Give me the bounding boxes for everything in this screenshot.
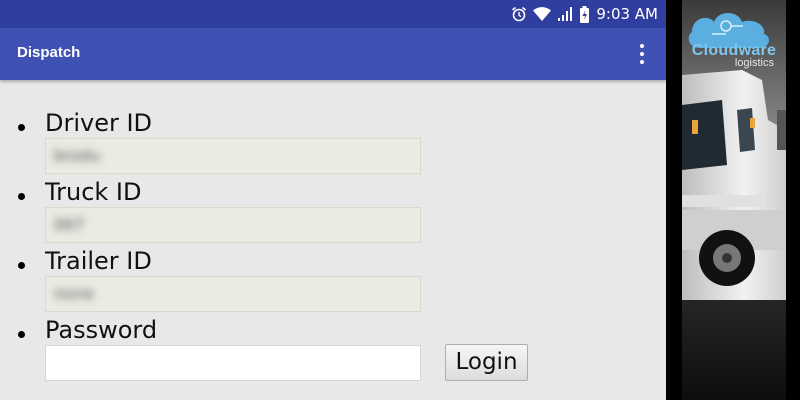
status-bar: 9:03 AM xyxy=(0,0,666,28)
signal-icon xyxy=(557,6,573,22)
wifi-icon xyxy=(533,6,552,22)
login-button[interactable]: Login xyxy=(445,344,528,381)
truck-photo: Cloudware logistics xyxy=(682,0,786,400)
trailer-id-value: none xyxy=(54,284,94,303)
driver-id-value: brodu xyxy=(54,146,101,165)
status-icons: 9:03 AM xyxy=(511,4,658,24)
list-bullet xyxy=(18,262,25,269)
truck-id-label: Truck ID xyxy=(45,178,142,206)
cloudware-logo: Cloudware logistics xyxy=(682,42,786,69)
more-vert-icon[interactable] xyxy=(638,42,646,66)
trailer-id-label: Trailer ID xyxy=(45,247,152,275)
app-title: Dispatch xyxy=(17,44,81,61)
app-bar: Dispatch xyxy=(0,28,666,80)
trailer-id-field[interactable]: none xyxy=(45,276,421,312)
truck-id-field[interactable]: 067 xyxy=(45,207,421,243)
driver-id-field[interactable]: brodu xyxy=(45,138,421,174)
list-bullet xyxy=(18,193,25,200)
battery-charging-icon xyxy=(579,5,590,23)
side-panel: Cloudware logistics xyxy=(666,0,800,400)
truck-id-value: 067 xyxy=(54,215,85,234)
app-screen: 9:03 AM Dispatch Driver ID brodu Truck I… xyxy=(0,0,666,400)
password-field[interactable] xyxy=(45,345,421,381)
status-time: 9:03 AM xyxy=(596,5,658,23)
list-bullet xyxy=(18,124,25,131)
password-label: Password xyxy=(45,316,158,344)
list-bullet xyxy=(18,331,25,338)
alarm-icon xyxy=(511,6,527,22)
login-form: Driver ID brodu Truck ID 067 Trailer ID … xyxy=(0,80,666,400)
driver-id-label: Driver ID xyxy=(45,109,153,137)
